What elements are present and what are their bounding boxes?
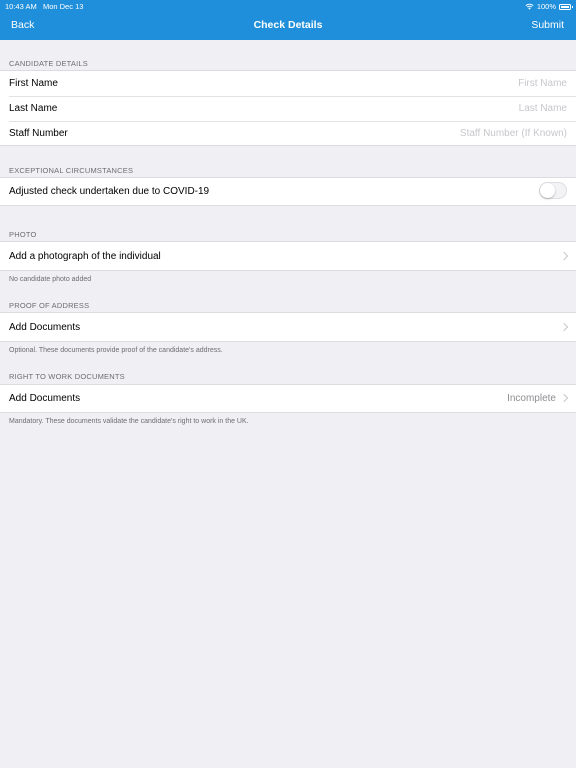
section-header-address: PROOF OF ADDRESS bbox=[9, 301, 90, 310]
rtw-note: Mandatory. These documents validate the … bbox=[9, 418, 249, 425]
first-name-label: First Name bbox=[9, 78, 58, 89]
photo-group: Add a photograph of the individual bbox=[0, 241, 576, 271]
staff-number-field[interactable]: Staff Number (If Known) bbox=[460, 128, 567, 139]
first-name-row[interactable]: First Name First Name bbox=[0, 71, 576, 96]
battery-icon bbox=[559, 3, 573, 10]
address-note: Optional. These documents provide proof … bbox=[9, 347, 223, 354]
section-header-photo: PHOTO bbox=[9, 230, 37, 239]
add-photo-row[interactable]: Add a photograph of the individual bbox=[0, 242, 576, 270]
covid-toggle[interactable] bbox=[539, 182, 567, 199]
submit-button[interactable]: Submit bbox=[531, 19, 564, 31]
navigation-bar: 10:43 AM Mon Dec 13 100% Back Check Deta… bbox=[0, 0, 576, 40]
add-photo-label: Add a photograph of the individual bbox=[9, 251, 161, 262]
status-time-date: 10:43 AM Mon Dec 13 bbox=[5, 2, 83, 11]
toggle-knob bbox=[540, 183, 555, 198]
last-name-field[interactable]: Last Name bbox=[519, 103, 567, 114]
page-title: Check Details bbox=[253, 19, 323, 31]
right-to-work-group: Add Documents Incomplete bbox=[0, 384, 576, 413]
staff-number-row[interactable]: Staff Number Staff Number (If Known) bbox=[0, 121, 576, 145]
battery-percent: 100% bbox=[536, 2, 556, 11]
staff-number-label: Staff Number bbox=[9, 128, 68, 139]
status-right: 100% bbox=[525, 2, 573, 11]
add-rtw-documents-label: Add Documents bbox=[9, 393, 81, 404]
last-name-label: Last Name bbox=[9, 103, 58, 114]
last-name-row[interactable]: Last Name Last Name bbox=[0, 96, 576, 121]
rtw-status: Incomplete bbox=[507, 393, 556, 404]
section-header-right-to-work: RIGHT TO WORK DOCUMENTS bbox=[9, 372, 125, 381]
nav-row: Back Check Details Submit bbox=[0, 12, 576, 40]
add-address-documents-row[interactable]: Add Documents bbox=[0, 313, 576, 341]
covid-row: Adjusted check undertaken due to COVID-1… bbox=[0, 178, 576, 205]
section-header-candidate: CANDIDATE DETAILS bbox=[9, 59, 88, 68]
add-address-documents-label: Add Documents bbox=[9, 322, 81, 333]
status-bar: 10:43 AM Mon Dec 13 100% bbox=[0, 0, 576, 12]
exceptional-group: Adjusted check undertaken due to COVID-1… bbox=[0, 177, 576, 206]
status-time: 10:43 AM bbox=[5, 2, 37, 11]
add-rtw-documents-row[interactable]: Add Documents Incomplete bbox=[0, 385, 576, 412]
chevron-right-icon bbox=[559, 322, 569, 332]
wifi-icon bbox=[525, 3, 534, 10]
covid-label: Adjusted check undertaken due to COVID-1… bbox=[9, 186, 210, 197]
status-date: Mon Dec 13 bbox=[42, 2, 84, 11]
section-header-exceptional: EXCEPTIONAL CIRCUMSTANCES bbox=[9, 166, 134, 175]
address-group: Add Documents bbox=[0, 312, 576, 342]
candidate-group: First Name First Name Last Name Last Nam… bbox=[0, 70, 576, 146]
chevron-right-icon bbox=[559, 393, 569, 403]
chevron-right-icon bbox=[559, 251, 569, 261]
first-name-field[interactable]: First Name bbox=[518, 78, 567, 89]
photo-note: No candidate photo added bbox=[9, 276, 92, 283]
